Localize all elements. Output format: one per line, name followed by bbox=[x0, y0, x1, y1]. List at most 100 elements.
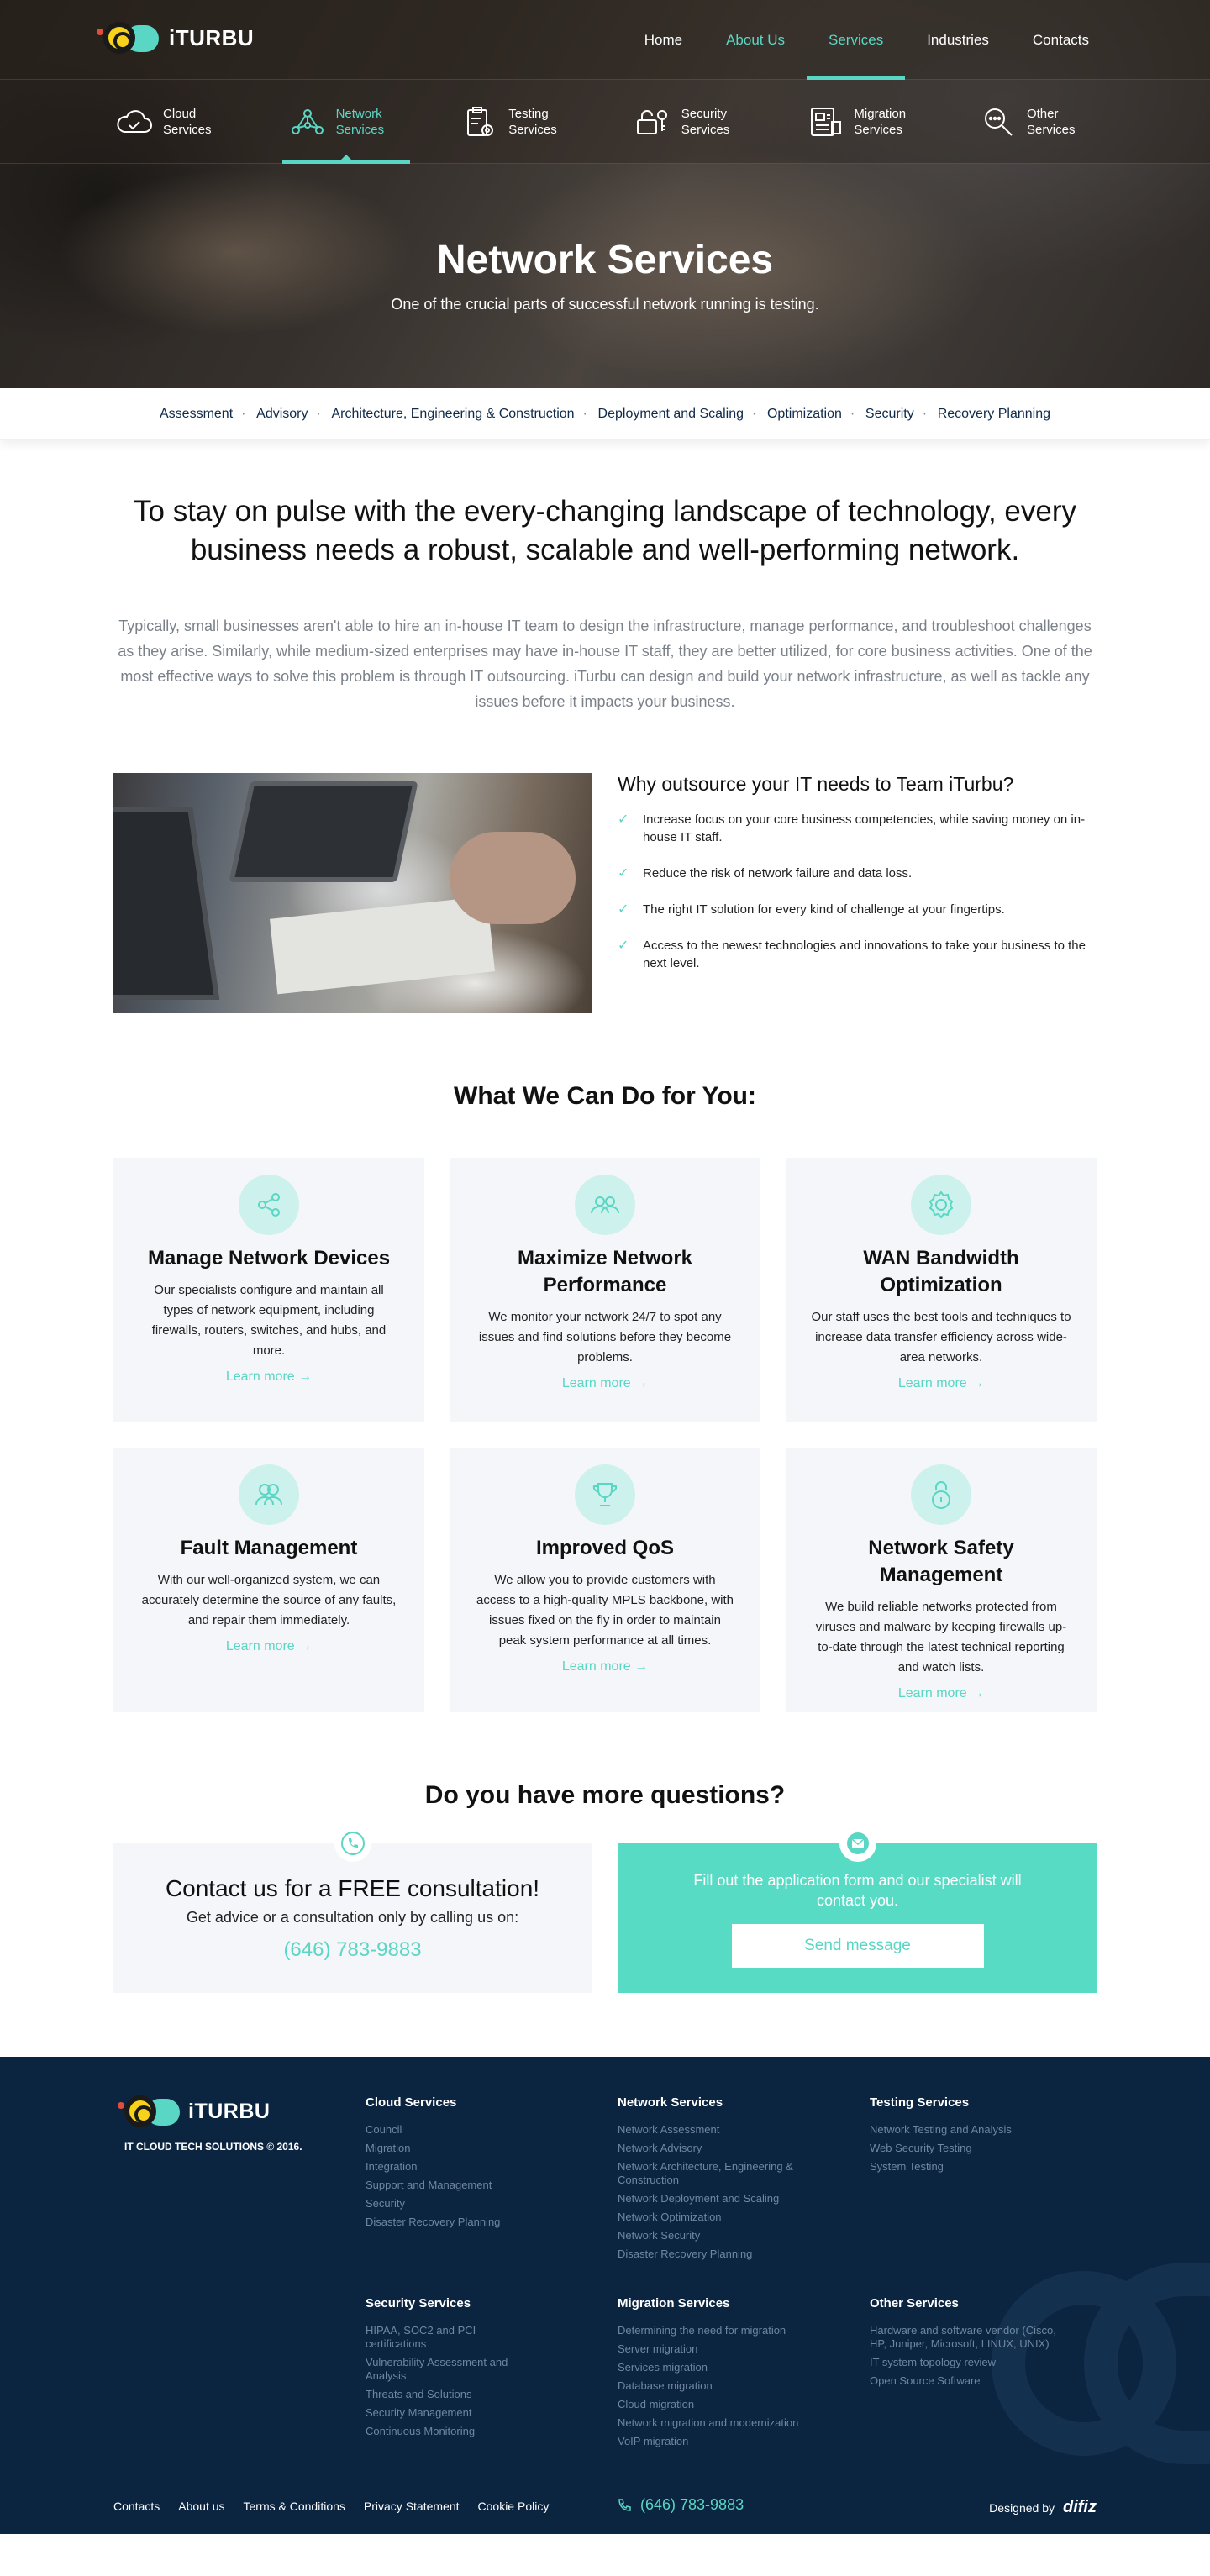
nav-about-us[interactable]: About Us bbox=[704, 0, 807, 80]
footer-link[interactable]: Network migration and modernization bbox=[618, 2416, 828, 2430]
learn-more-link[interactable]: Learn more → bbox=[226, 1639, 312, 1654]
learn-more-link[interactable]: Learn more → bbox=[562, 1376, 648, 1391]
designed-by: Designed by difiz bbox=[989, 2498, 1097, 2517]
footer-link[interactable]: Vulnerability Assessment and Analysis bbox=[366, 2356, 534, 2383]
anchor-architecture[interactable]: Architecture, Engineering & Construction bbox=[316, 407, 587, 422]
footer-link[interactable]: Network Optimization bbox=[618, 2211, 802, 2224]
why-title: Why outsource your IT needs to Team iTur… bbox=[618, 773, 1014, 795]
anchor-optimization[interactable]: Optimization bbox=[752, 407, 854, 422]
learn-more-link[interactable]: Learn more → bbox=[898, 1376, 984, 1391]
footer-link[interactable]: Security bbox=[366, 2197, 576, 2211]
footer-link[interactable]: Security Management bbox=[366, 2406, 534, 2420]
card-title: Maximize Network Performance bbox=[517, 1247, 693, 1296]
footer-link[interactable]: Hardware and software vendor (Cisco, HP,… bbox=[870, 2324, 1071, 2351]
consultation-phone[interactable]: (646) 783-9883 bbox=[113, 1938, 592, 1962]
learn-more-link[interactable]: Learn more → bbox=[898, 1686, 984, 1701]
footer-link[interactable]: Continuous Monitoring bbox=[366, 2425, 534, 2438]
anchor-security[interactable]: Security bbox=[850, 407, 926, 422]
services-grid: Manage Network Devices Our specialists c… bbox=[113, 1158, 1097, 1712]
intro-text: Typically, small businesses aren't able … bbox=[118, 618, 1092, 710]
designed-by-label: Designed by bbox=[989, 2500, 1055, 2515]
footer-contacts-link[interactable]: Contacts bbox=[113, 2500, 160, 2513]
footer-link[interactable]: Council bbox=[366, 2123, 576, 2137]
footer-link[interactable]: HIPAA, SOC2 and PCI certifications bbox=[366, 2324, 534, 2351]
footer-logo[interactable]: iTURBU bbox=[118, 2092, 270, 2131]
services-subnav: Cloud Services Network Services Testing … bbox=[0, 80, 1210, 164]
nav-industries[interactable]: Industries bbox=[905, 0, 1011, 80]
footer-col-network: Network Services Network Assessment Netw… bbox=[618, 2095, 802, 2266]
subnav-network-services[interactable]: Network Services bbox=[281, 80, 410, 164]
footer-link[interactable]: Network Advisory bbox=[618, 2142, 802, 2155]
card-text: Our specialists configure and maintain a… bbox=[151, 1283, 387, 1358]
footer-link[interactable]: Web Security Testing bbox=[870, 2142, 1080, 2155]
subnav-label: Testing Services bbox=[508, 107, 557, 137]
footer-link[interactable]: Open Source Software bbox=[870, 2374, 1071, 2388]
footer-about-link[interactable]: About us bbox=[178, 2500, 224, 2513]
designer-logo[interactable]: difiz bbox=[1063, 2498, 1097, 2517]
anchor-deployment[interactable]: Deployment and Scaling bbox=[583, 407, 755, 422]
subnav-cloud-services[interactable]: Cloud Services bbox=[109, 80, 237, 164]
logo[interactable]: iTURBU bbox=[97, 18, 254, 57]
footer-bottom-bar: Contacts About us Terms & Conditions Pri… bbox=[0, 2479, 1210, 2534]
list-item: ✓ Reduce the risk of network failure and … bbox=[618, 866, 913, 881]
footer-link[interactable]: Network Testing and Analysis bbox=[870, 2123, 1080, 2137]
service-card: WAN Bandwidth Optimization Our staff use… bbox=[786, 1158, 1097, 1422]
learn-more-link[interactable]: Learn more → bbox=[562, 1659, 648, 1674]
anchor-assessment[interactable]: Assessment bbox=[148, 407, 245, 422]
footer-privacy-link[interactable]: Privacy Statement bbox=[364, 2500, 460, 2513]
logo-icon bbox=[97, 18, 162, 57]
subnav-migration-services[interactable]: Migration Services bbox=[800, 80, 928, 164]
footer-col-cloud: Cloud Services Council Migration Integra… bbox=[366, 2095, 576, 2234]
footer-link[interactable]: Disaster Recovery Planning bbox=[366, 2216, 576, 2229]
phone-icon bbox=[618, 2498, 631, 2511]
footer-cookie-link[interactable]: Cookie Policy bbox=[478, 2500, 550, 2513]
nav-contacts[interactable]: Contacts bbox=[1011, 0, 1111, 80]
footer-link[interactable]: Server migration bbox=[618, 2342, 828, 2356]
footer-link[interactable]: Integration bbox=[366, 2160, 576, 2174]
card-title: Improved QoS bbox=[535, 1537, 675, 1559]
network-icon bbox=[289, 105, 326, 139]
footer-link[interactable]: Network Security bbox=[618, 2229, 802, 2242]
footer-col-security: Security Services HIPAA, SOC2 and PCI ce… bbox=[366, 2296, 534, 2443]
card-text: We build reliable networks protected fro… bbox=[815, 1600, 1067, 1674]
footer-link[interactable]: Network Deployment and Scaling bbox=[618, 2192, 802, 2205]
service-card: Maximize Network Performance We monitor … bbox=[450, 1158, 760, 1422]
footer-link[interactable]: Network Architecture, Engineering & Cons… bbox=[618, 2160, 802, 2187]
footer-link[interactable]: Database migration bbox=[618, 2379, 828, 2393]
list-item: ✓ Access to the newest technologies and i… bbox=[618, 938, 1086, 970]
nav-home[interactable]: Home bbox=[623, 0, 704, 80]
footer-phone[interactable]: (646) 783-9883 bbox=[617, 2496, 744, 2514]
main-nav: Home About Us Services Industries Contac… bbox=[623, 0, 1111, 80]
card-title: Network Safety Management bbox=[868, 1537, 1014, 1586]
section-anchor-bar: Assessment Advisory Architecture, Engine… bbox=[0, 388, 1210, 440]
footer-link[interactable]: Support and Management bbox=[366, 2179, 576, 2192]
footer-link[interactable]: System Testing bbox=[870, 2160, 1080, 2174]
footer-link[interactable]: Migration bbox=[366, 2142, 576, 2155]
footer-link[interactable]: Threats and Solutions bbox=[366, 2388, 534, 2401]
footer-link[interactable]: Services migration bbox=[618, 2361, 828, 2374]
subnav-other-services[interactable]: Other Services bbox=[973, 80, 1101, 164]
subnav-label: Network Services bbox=[335, 107, 385, 137]
nav-services[interactable]: Services bbox=[807, 0, 906, 80]
learn-more-link[interactable]: Learn more → bbox=[226, 1369, 312, 1385]
footer-link[interactable]: Network Assessment bbox=[618, 2123, 802, 2137]
footer-link[interactable]: Cloud migration bbox=[618, 2398, 828, 2411]
subnav-security-services[interactable]: Security Services bbox=[628, 80, 755, 164]
footer-link[interactable]: VoIP migration bbox=[618, 2435, 828, 2448]
footer-link[interactable]: IT system topology review bbox=[870, 2356, 1071, 2369]
intro-section: To stay on pulse with the every-changing… bbox=[0, 492, 1210, 714]
subnav-testing-services[interactable]: Testing Services bbox=[455, 80, 582, 164]
footer-link[interactable]: Disaster Recovery Planning bbox=[618, 2247, 802, 2261]
service-card: Network Safety Management We build relia… bbox=[786, 1448, 1097, 1712]
check-icon: ✓ bbox=[618, 938, 629, 953]
send-message-button[interactable]: Send message bbox=[731, 1924, 984, 1968]
magnifier-icon bbox=[980, 105, 1017, 139]
anchor-recovery-planning[interactable]: Recovery Planning bbox=[923, 407, 1062, 422]
logo-icon bbox=[118, 2092, 183, 2131]
footer-link[interactable]: Determining the need for migration bbox=[618, 2324, 828, 2337]
trophy-icon bbox=[575, 1464, 635, 1525]
subnav-label: Other Services bbox=[1026, 107, 1076, 137]
service-card: Improved QoS We allow you to provide cus… bbox=[450, 1448, 760, 1712]
footer-terms-link[interactable]: Terms & Conditions bbox=[244, 2500, 345, 2513]
anchor-advisory[interactable]: Advisory bbox=[241, 407, 319, 422]
